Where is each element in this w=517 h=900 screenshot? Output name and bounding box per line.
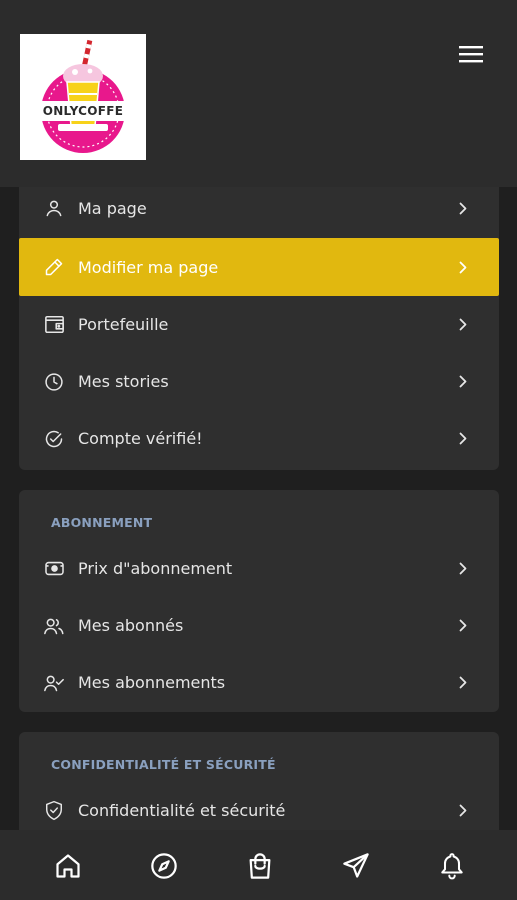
chevron-right-icon xyxy=(457,432,469,446)
clock-icon xyxy=(43,371,65,393)
nav-messages-button[interactable] xyxy=(338,848,374,884)
nav-home-button[interactable] xyxy=(50,848,86,884)
chevron-right-icon xyxy=(457,676,469,690)
menu-item-mes-abonnements[interactable]: Mes abonnements xyxy=(19,654,499,711)
menu-item-label: Compte vérifié! xyxy=(78,429,203,448)
wallet-icon xyxy=(43,314,65,336)
menu-item-label: Prix d"abonnement xyxy=(78,559,233,578)
chevron-right-icon xyxy=(457,804,469,818)
menu-item-confidentialite-securite[interactable]: Confidentialité et sécurité xyxy=(19,782,499,830)
logo-image xyxy=(38,39,128,153)
menu-item-label: Portefeuille xyxy=(78,315,169,334)
nav-explore-button[interactable] xyxy=(146,848,182,884)
price-tag-icon xyxy=(43,558,65,580)
top-bar: ONLYCOFFE xyxy=(0,0,517,187)
compass-icon xyxy=(151,853,177,879)
onlycoffe-logo[interactable]: ONLYCOFFE xyxy=(20,34,146,160)
shield-check-icon xyxy=(43,800,65,822)
menu-item-label: Mes stories xyxy=(78,372,169,391)
chevron-right-icon xyxy=(457,318,469,332)
send-icon xyxy=(343,853,369,878)
menu-item-ma-page[interactable]: Ma page xyxy=(19,187,499,239)
menu-content[interactable]: Ma page Modifier ma page Portefeuille Me… xyxy=(0,187,517,830)
bottom-nav xyxy=(0,830,517,900)
hamburger-menu-button[interactable] xyxy=(455,40,487,68)
logo-text: ONLYCOFFE xyxy=(42,104,124,118)
user-check-icon xyxy=(43,672,65,694)
subscription-card: ABONNEMENT Prix d"abonnement Mes abonnés… xyxy=(19,490,499,712)
menu-item-label: Mes abonnements xyxy=(78,673,226,692)
hamburger-icon xyxy=(459,46,483,63)
bell-icon xyxy=(441,853,463,880)
menu-item-label: Ma page xyxy=(78,198,147,218)
users-icon xyxy=(43,615,65,637)
user-icon xyxy=(43,197,65,219)
menu-item-label: Confidentialité et sécurité xyxy=(78,801,286,820)
section-title-abonnement: ABONNEMENT xyxy=(51,515,153,530)
chevron-right-icon xyxy=(457,375,469,389)
menu-item-prix-abonnement[interactable]: Prix d"abonnement xyxy=(19,540,499,597)
menu-item-label: Modifier ma page xyxy=(78,257,219,277)
menu-item-modifier-ma-page[interactable]: Modifier ma page xyxy=(19,238,499,296)
chevron-right-icon xyxy=(457,562,469,576)
chevron-right-icon xyxy=(457,260,469,274)
pencil-icon xyxy=(43,256,65,278)
menu-item-compte-verifie[interactable]: Compte vérifié! xyxy=(19,410,499,467)
menu-item-mes-abonnes[interactable]: Mes abonnés xyxy=(19,597,499,654)
chevron-right-icon xyxy=(457,619,469,633)
nav-shop-button[interactable] xyxy=(242,848,278,884)
privacy-card: CONFIDENTIALITÉ ET SÉCURITÉ Confidential… xyxy=(19,732,499,830)
menu-item-label: Mes abonnés xyxy=(78,616,184,635)
menu-item-portefeuille[interactable]: Portefeuille xyxy=(19,296,499,353)
shopping-bag-icon xyxy=(249,853,271,879)
menu-card: Ma page Modifier ma page Portefeuille Me… xyxy=(19,187,499,470)
check-circle-icon xyxy=(43,428,65,450)
nav-notifications-button[interactable] xyxy=(434,848,470,884)
home-icon xyxy=(56,854,80,878)
menu-item-mes-stories[interactable]: Mes stories xyxy=(19,353,499,410)
section-title-confidentialite: CONFIDENTIALITÉ ET SÉCURITÉ xyxy=(51,757,276,772)
chevron-right-icon xyxy=(457,201,469,215)
